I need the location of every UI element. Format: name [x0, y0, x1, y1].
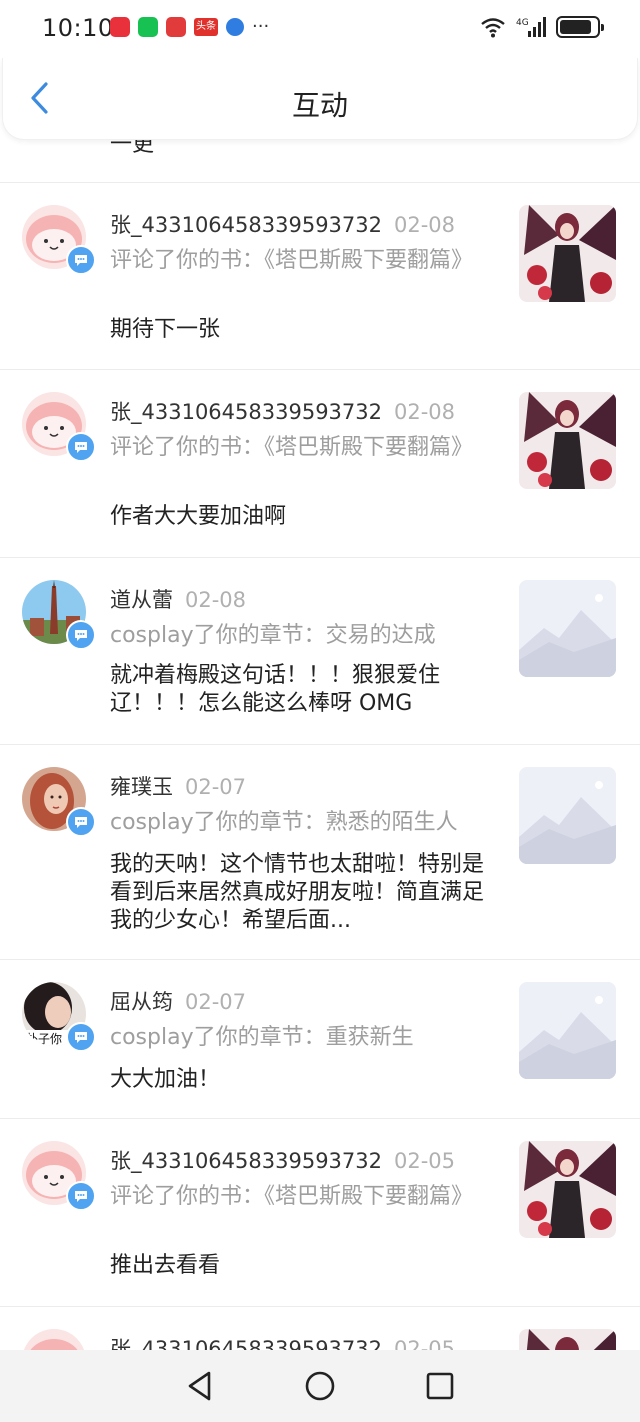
- book-cover-thumbnail[interactable]: [519, 1329, 616, 1350]
- user-name[interactable]: 张_433106458339593732: [110, 213, 382, 237]
- item-content: 我的天呐！这个情节也太甜啦！特别是看到后来居然真成好朋友啦！简直满足我的少女心！…: [110, 852, 485, 933]
- wechat-icon: [138, 17, 158, 37]
- item-content: 作者大大要加油啊: [110, 504, 287, 529]
- more-notifications-icon: ···: [252, 16, 270, 37]
- item-date: 02-07: [185, 775, 247, 799]
- network-label: 4G: [516, 18, 529, 28]
- item-date: 02-05: [394, 1149, 456, 1173]
- browser-icon: [226, 18, 244, 36]
- item-meta[interactable]: 评论了你的书：《塔巴斯殿下要翻篇》: [110, 1183, 490, 1211]
- comment-badge-icon: [66, 807, 96, 837]
- square-recents-icon: [426, 1372, 454, 1400]
- signal-icon: 4G: [516, 17, 546, 37]
- placeholder-thumbnail[interactable]: [519, 580, 616, 677]
- comment-badge-icon: [66, 620, 96, 650]
- item-meta[interactable]: cosplay了你的章节：交易的达成: [110, 622, 490, 650]
- avatar[interactable]: [22, 580, 96, 650]
- item-meta[interactable]: cosplay了你的章节：重获新生: [110, 1024, 490, 1052]
- item-content: 推出去看看: [110, 1253, 221, 1278]
- avatar[interactable]: [22, 392, 96, 462]
- placeholder-thumbnail[interactable]: [519, 767, 616, 864]
- list-item[interactable]: 雍璞玉 02-07 cosplay了你的章节：熟悉的陌生人 我的天呐！这个情节也太…: [0, 745, 640, 959]
- circle-home-icon: [305, 1371, 335, 1401]
- list-item[interactable]: 扑子你 屈从筠 02-07 cosplay了你的章节：重获新生 大大加油！: [0, 960, 640, 1118]
- battery-icon: [556, 16, 604, 38]
- avatar[interactable]: 扑子你: [22, 982, 96, 1052]
- item-date: 02-08: [394, 213, 456, 237]
- avatar[interactable]: [22, 205, 96, 275]
- avatar-image: [22, 1329, 86, 1350]
- item-meta[interactable]: 评论了你的书：《塔巴斯殿下要翻篇》: [110, 247, 490, 275]
- interaction-list[interactable]: 一更 张_43310645833959373202-08 评论了你的书：《塔巴: [0, 0, 640, 1350]
- list-item[interactable]: 张_433106458339593732 02-05 评论了你的书：《塔巴斯殿下要…: [0, 1119, 640, 1306]
- item-header: 屈从筠 02-07: [110, 986, 246, 1016]
- nav-home-button[interactable]: [300, 1366, 340, 1406]
- list-item[interactable]: 张_433106458339593732 02-05: [0, 1307, 640, 1350]
- wifi-icon: [481, 18, 505, 38]
- book-cover-thumbnail[interactable]: [519, 1141, 616, 1238]
- item-date: 02-08: [185, 588, 247, 612]
- item-date: 02-08: [394, 400, 456, 424]
- page-title: 互动: [291, 89, 348, 122]
- comment-badge-icon: [66, 1022, 96, 1052]
- user-name[interactable]: 雍璞玉: [110, 775, 173, 799]
- item-header: 道从蕾 02-08: [110, 584, 246, 614]
- book-cover-thumbnail[interactable]: [519, 205, 616, 302]
- status-bar: 10:10 头条 ··· 4G: [0, 0, 640, 58]
- item-date: 02-07: [185, 990, 247, 1014]
- item-content: 大大加油！: [110, 1067, 221, 1092]
- app-icon: [166, 17, 186, 37]
- item-header: 雍璞玉 02-07: [110, 771, 246, 801]
- list-item[interactable]: 张_433106458339593732 02-08 评论了你的书：《塔巴斯殿下要…: [0, 183, 640, 369]
- battery-level: [560, 20, 591, 34]
- nav-back-button[interactable]: [180, 1366, 220, 1406]
- book-cover-thumbnail[interactable]: [519, 392, 616, 489]
- placeholder-thumbnail[interactable]: [519, 982, 616, 1079]
- user-name[interactable]: 张_433106458339593732: [110, 400, 382, 424]
- item-content: 期待下一张: [110, 317, 221, 342]
- item-header: 张_433106458339593732 02-08: [110, 209, 455, 239]
- system-icons: 4G: [480, 16, 604, 38]
- system-nav-bar: [0, 1350, 640, 1422]
- status-time: 10:10: [42, 14, 114, 42]
- avatar[interactable]: [22, 767, 96, 837]
- nav-recents-button[interactable]: [420, 1366, 460, 1406]
- comment-badge-icon: [66, 1181, 96, 1211]
- item-header: 张_433106458339593732 02-05: [110, 1333, 455, 1350]
- item-header: 张_433106458339593732 02-05: [110, 1145, 455, 1175]
- avatar[interactable]: [22, 1141, 96, 1211]
- item-meta[interactable]: cosplay了你的章节：熟悉的陌生人: [110, 809, 490, 837]
- item-header: 张_433106458339593732 02-08: [110, 396, 455, 426]
- user-name[interactable]: 张_433106458339593732: [110, 1149, 382, 1173]
- item-date: 02-05: [394, 1337, 456, 1350]
- app-icon: [110, 17, 130, 37]
- item-content: 就冲着梅殿这句话！！！狠狠爱住辽！！！怎么能这么棒呀 OMG: [110, 663, 441, 716]
- item-meta[interactable]: 评论了你的书：《塔巴斯殿下要翻篇》: [110, 434, 490, 462]
- comment-badge-icon: [66, 432, 96, 462]
- triangle-back-icon: [188, 1371, 211, 1401]
- notification-icons: 头条 ···: [110, 17, 269, 37]
- list-item[interactable]: 张_433106458339593732 02-08 评论了你的书：《塔巴斯殿下要…: [0, 370, 640, 557]
- user-name[interactable]: 道从蕾: [110, 588, 173, 612]
- avatar-text: 扑子你: [26, 1032, 62, 1046]
- comment-badge-icon: [66, 245, 96, 275]
- page-header: 互动: [2, 58, 638, 140]
- avatar[interactable]: [22, 1329, 86, 1350]
- user-name[interactable]: 张_433106458339593732: [110, 1337, 382, 1350]
- user-name[interactable]: 屈从筠: [110, 990, 173, 1014]
- toutiao-icon: 头条: [194, 18, 218, 36]
- list-item[interactable]: 道从蕾 02-08 cosplay了你的章节：交易的达成 就冲着梅殿这句话！！！狠…: [0, 558, 640, 744]
